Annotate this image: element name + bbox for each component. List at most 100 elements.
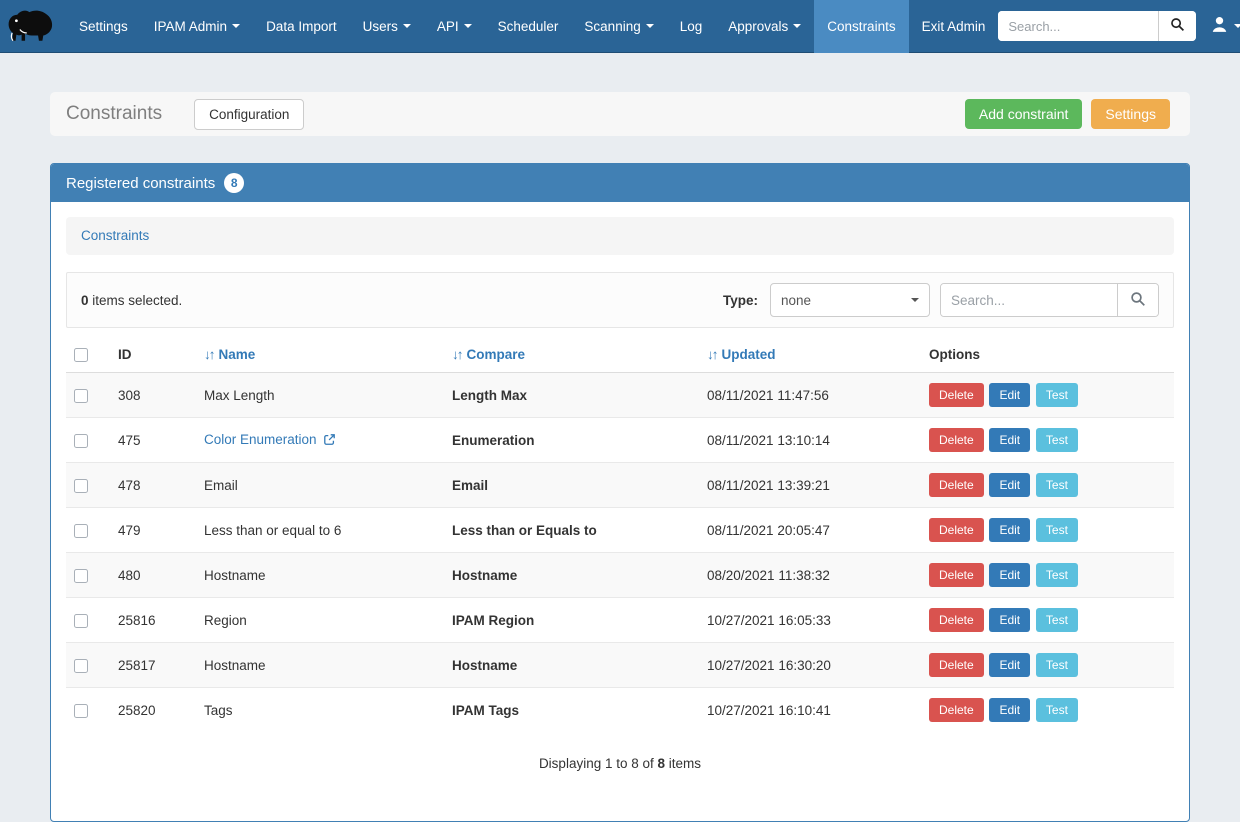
test-button[interactable]: Test bbox=[1036, 428, 1078, 452]
row-checkbox[interactable] bbox=[74, 659, 88, 673]
table-search bbox=[940, 283, 1159, 317]
table-search-input[interactable] bbox=[941, 284, 1117, 316]
edit-button[interactable]: Edit bbox=[989, 383, 1030, 407]
test-button[interactable]: Test bbox=[1036, 608, 1078, 632]
add-constraint-button[interactable]: Add constraint bbox=[965, 99, 1083, 129]
nav-item-log[interactable]: Log bbox=[667, 0, 716, 53]
edit-button[interactable]: Edit bbox=[989, 428, 1030, 452]
edit-button[interactable]: Edit bbox=[989, 518, 1030, 542]
user-menu[interactable] bbox=[1210, 15, 1240, 37]
nav-item-ipam-admin[interactable]: IPAM Admin bbox=[141, 0, 253, 53]
global-search-button[interactable] bbox=[1158, 11, 1196, 41]
constraint-id: 308 bbox=[118, 388, 141, 403]
delete-button[interactable]: Delete bbox=[929, 518, 984, 542]
search-icon bbox=[1170, 17, 1185, 35]
nav-item-users[interactable]: Users bbox=[350, 0, 424, 53]
selected-count: 0 bbox=[81, 293, 89, 308]
header-name-sort[interactable]: ↓↑Name bbox=[196, 337, 444, 373]
delete-button[interactable]: Delete bbox=[929, 428, 984, 452]
select-all-checkbox[interactable] bbox=[74, 348, 88, 362]
delete-button[interactable]: Delete bbox=[929, 698, 984, 722]
delete-button[interactable]: Delete bbox=[929, 653, 984, 677]
test-button[interactable]: Test bbox=[1036, 698, 1078, 722]
nav-item-api[interactable]: API bbox=[424, 0, 485, 53]
caret-down-icon bbox=[464, 24, 472, 28]
header-options: Options bbox=[921, 337, 1174, 373]
constraint-compare: Hostname bbox=[452, 568, 517, 583]
constraint-compare: IPAM Region bbox=[452, 613, 534, 628]
constraint-compare: IPAM Tags bbox=[452, 703, 519, 718]
mammoth-logo-icon[interactable] bbox=[6, 5, 58, 47]
table-toolbar: 0 items selected. Type: none bbox=[66, 272, 1174, 328]
edit-button[interactable]: Edit bbox=[989, 608, 1030, 632]
type-select[interactable]: none bbox=[770, 283, 930, 317]
constraint-name: Less than or equal to 6 bbox=[204, 523, 341, 538]
edit-button[interactable]: Edit bbox=[989, 653, 1030, 677]
row-checkbox[interactable] bbox=[74, 614, 88, 628]
nav-item-data-import[interactable]: Data Import bbox=[253, 0, 350, 53]
settings-button[interactable]: Settings bbox=[1091, 99, 1170, 129]
table-row: 480 Hostname Hostname 08/20/2021 11:38:3… bbox=[66, 553, 1174, 598]
nav-item-approvals[interactable]: Approvals bbox=[715, 0, 814, 53]
nav-item-scheduler[interactable]: Scheduler bbox=[485, 0, 572, 53]
delete-button[interactable]: Delete bbox=[929, 608, 984, 632]
constraint-name: Region bbox=[204, 613, 247, 628]
global-search-input[interactable] bbox=[998, 11, 1158, 41]
type-select-value: none bbox=[781, 293, 811, 308]
row-checkbox[interactable] bbox=[74, 524, 88, 538]
nav-menu: Settings IPAM Admin Data Import Users AP… bbox=[66, 0, 998, 53]
header-updated-sort[interactable]: ↓↑Updated bbox=[699, 337, 921, 373]
row-checkbox[interactable] bbox=[74, 389, 88, 403]
caret-down-icon bbox=[793, 24, 801, 28]
table-row: 479 Less than or equal to 6 Less than or… bbox=[66, 508, 1174, 553]
test-button[interactable]: Test bbox=[1036, 473, 1078, 497]
user-icon bbox=[1210, 15, 1229, 37]
delete-button[interactable]: Delete bbox=[929, 383, 984, 407]
edit-button[interactable]: Edit bbox=[989, 698, 1030, 722]
row-checkbox[interactable] bbox=[74, 704, 88, 718]
constraint-name-link[interactable]: Color Enumeration bbox=[204, 432, 317, 447]
delete-button[interactable]: Delete bbox=[929, 473, 984, 497]
constraint-updated: 10/27/2021 16:10:41 bbox=[707, 703, 831, 718]
table-search-button[interactable] bbox=[1117, 284, 1158, 316]
row-checkbox[interactable] bbox=[74, 434, 88, 448]
row-checkbox[interactable] bbox=[74, 479, 88, 493]
test-button[interactable]: Test bbox=[1036, 563, 1078, 587]
pagination-summary: Displaying 1 to 8 of 8 items bbox=[66, 756, 1174, 771]
constraint-id: 478 bbox=[118, 478, 141, 493]
test-button[interactable]: Test bbox=[1036, 653, 1078, 677]
caret-down-icon bbox=[232, 24, 240, 28]
constraint-updated: 08/11/2021 13:39:21 bbox=[707, 478, 830, 493]
test-button[interactable]: Test bbox=[1036, 518, 1078, 542]
nav-item-exit-admin[interactable]: Exit Admin bbox=[909, 0, 999, 53]
constraint-id: 25816 bbox=[118, 613, 156, 628]
constraint-name: Hostname bbox=[204, 658, 266, 673]
header-compare-sort[interactable]: ↓↑Compare bbox=[444, 337, 699, 373]
nav-item-constraints[interactable]: Constraints bbox=[814, 0, 908, 53]
constraint-id: 475 bbox=[118, 433, 141, 448]
constraint-compare: Email bbox=[452, 478, 488, 493]
breadcrumb-constraints-link[interactable]: Constraints bbox=[81, 228, 149, 243]
nav-item-settings[interactable]: Settings bbox=[66, 0, 141, 53]
count-badge: 8 bbox=[224, 173, 244, 193]
constraint-id: 25820 bbox=[118, 703, 156, 718]
breadcrumb: Constraints bbox=[66, 217, 1174, 255]
constraint-name: Tags bbox=[204, 703, 233, 718]
constraint-id: 480 bbox=[118, 568, 141, 583]
edit-button[interactable]: Edit bbox=[989, 563, 1030, 587]
table-row: 25817 Hostname Hostname 10/27/2021 16:30… bbox=[66, 643, 1174, 688]
nav-item-scanning[interactable]: Scanning bbox=[571, 0, 666, 53]
edit-button[interactable]: Edit bbox=[989, 473, 1030, 497]
row-checkbox[interactable] bbox=[74, 569, 88, 583]
sort-icon: ↓↑ bbox=[204, 347, 214, 362]
table-row: 478 Email Email 08/11/2021 13:39:21 Dele… bbox=[66, 463, 1174, 508]
delete-button[interactable]: Delete bbox=[929, 563, 984, 587]
configuration-button[interactable]: Configuration bbox=[194, 99, 304, 130]
selection-info: 0 items selected. bbox=[81, 293, 182, 308]
constraints-table: ID ↓↑Name ↓↑Compare ↓↑Updated Options 30… bbox=[66, 337, 1174, 732]
test-button[interactable]: Test bbox=[1036, 383, 1078, 407]
constraint-compare: Length Max bbox=[452, 388, 527, 403]
constraint-compare: Enumeration bbox=[452, 433, 535, 448]
external-link-icon bbox=[323, 434, 336, 449]
page-title: Constraints bbox=[66, 103, 162, 125]
